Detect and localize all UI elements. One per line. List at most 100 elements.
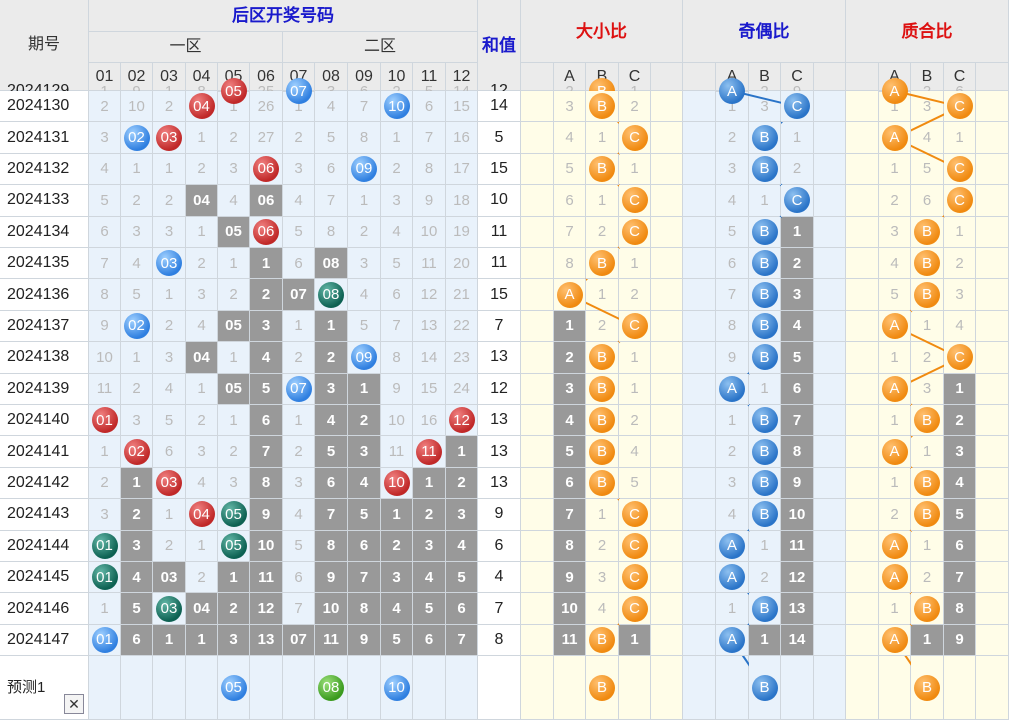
miss-count-cell: 6: [283, 562, 315, 594]
miss-count-cell: 2: [250, 279, 283, 311]
miss-count-cell: 5: [315, 122, 348, 154]
pc-pad: [976, 248, 1009, 280]
oe-pad: [683, 467, 716, 500]
pc-ball: C: [946, 187, 973, 214]
miss-count-cell: 1: [153, 153, 186, 186]
miss-count-cell: 15: [413, 373, 446, 405]
miss-count-cell: 7: [89, 248, 121, 280]
miss-count-cell: 3: [283, 467, 315, 500]
pc-pad: [846, 91, 879, 123]
miss-count-cell: 10: [381, 91, 413, 123]
miss-count-cell: 04: [186, 185, 218, 217]
period-cell: 2024144: [0, 530, 89, 562]
oe-ball: B: [751, 155, 778, 182]
bs-cell: C: [619, 562, 651, 594]
prediction-ball-cell[interactable]: 05: [218, 656, 250, 720]
oe-ball: B: [751, 469, 778, 496]
bs-cell: A: [554, 279, 586, 311]
bs-pad: [521, 593, 554, 625]
oe-pad: [814, 436, 846, 468]
oe-cell: A: [716, 530, 749, 562]
pc-cell: B: [911, 467, 944, 500]
miss-count-cell: 2: [121, 185, 153, 217]
miss-count-cell: 05: [218, 373, 250, 405]
sum-value: 12: [478, 373, 521, 405]
pc-cell: 1: [911, 530, 944, 562]
prediction-ball-cell[interactable]: 08: [315, 656, 348, 720]
pc-cell: A: [879, 78, 911, 104]
pc-cell: A: [879, 562, 911, 594]
miss-count-cell: 4: [121, 248, 153, 280]
pc-cell: 3: [879, 216, 911, 248]
trend-table: 期号 后区开奖号码 一区 二区 01 02 03 04 05 06 07 08 09 10 11 12 和值 大小…: [0, 0, 1009, 720]
oe-header: 奇偶比: [683, 0, 846, 63]
oe-pad: [814, 624, 846, 657]
pc-cell: B: [911, 216, 944, 248]
prediction-slot: [89, 656, 121, 720]
pc-prediction-slot: [846, 656, 879, 720]
miss-count-cell: 6: [121, 624, 153, 657]
pc-pad: [976, 216, 1009, 248]
pc-cell: B: [911, 499, 944, 531]
oe-ball: B: [751, 407, 778, 434]
miss-count-cell: 3: [186, 279, 218, 311]
period-cell: 2024142: [0, 467, 89, 500]
miss-count-cell: 2: [153, 185, 186, 217]
miss-count-cell: 2: [348, 405, 381, 437]
miss-count-cell: 16: [413, 405, 446, 437]
prediction-ball-cell[interactable]: 10: [381, 656, 413, 720]
miss-count-cell: 07: [283, 624, 315, 657]
pc-miss-cell: 7: [944, 562, 976, 594]
miss-count-cell: 03: [153, 593, 186, 625]
close-prediction-button[interactable]: ✕: [64, 694, 84, 714]
miss-count-cell: 2: [381, 530, 413, 562]
pc-pad: [976, 310, 1009, 343]
miss-count-cell: 02: [121, 122, 153, 154]
pc-miss-cell: 5: [944, 499, 976, 531]
pc-pad: [846, 436, 879, 468]
oe-ball: A: [719, 532, 745, 559]
pc-cell: 1: [944, 122, 976, 154]
miss-count-cell: 8: [315, 530, 348, 562]
prediction-ball: 05: [220, 674, 247, 701]
miss-count-cell: 6: [413, 624, 446, 657]
oe-cell: 6: [716, 248, 749, 280]
period-cell: 2024132: [0, 153, 89, 186]
bs-prediction-ball: B: [586, 656, 619, 720]
bs-cell: B: [586, 436, 619, 468]
miss-count-cell: 10: [250, 530, 283, 562]
prediction-slot: [283, 656, 315, 720]
miss-count-cell: 07: [283, 279, 315, 311]
miss-count-cell: 1: [250, 248, 283, 280]
pc-cell: 1: [879, 405, 911, 437]
bs-ball: C: [621, 124, 648, 151]
prediction-sum: [478, 656, 521, 720]
pc-ball: C: [946, 155, 973, 182]
bs-cell: C: [619, 593, 651, 625]
miss-count-cell: 4: [381, 216, 413, 248]
miss-count-cell: 3: [348, 436, 381, 468]
pc-cell: 6: [911, 185, 944, 217]
oe-pad: [683, 185, 716, 217]
bs-cell: 2: [586, 310, 619, 343]
bs-cell: C: [619, 122, 651, 154]
miss-count-cell: 1: [348, 185, 381, 217]
bs-ball: B: [589, 626, 615, 653]
bs-cell: 3: [554, 91, 586, 123]
miss-count-cell: 3: [153, 342, 186, 374]
bs-pad: [651, 530, 683, 562]
number-ball: 03: [156, 469, 182, 496]
sum-value: 13: [478, 342, 521, 374]
sum-value: 7: [478, 593, 521, 625]
bs-cell: C: [619, 530, 651, 562]
miss-count-cell: 7: [315, 185, 348, 217]
oe-pad: [814, 310, 846, 343]
bs-header: 大小比: [521, 0, 683, 63]
sum-value: 6: [478, 530, 521, 562]
bs-miss-cell: 5: [554, 436, 586, 468]
bs-miss-cell: 9: [554, 562, 586, 594]
miss-count-cell: 8: [89, 279, 121, 311]
bs-cell: 2: [619, 279, 651, 311]
number-ball: 01: [91, 626, 118, 653]
miss-count-cell: 1: [218, 562, 250, 594]
